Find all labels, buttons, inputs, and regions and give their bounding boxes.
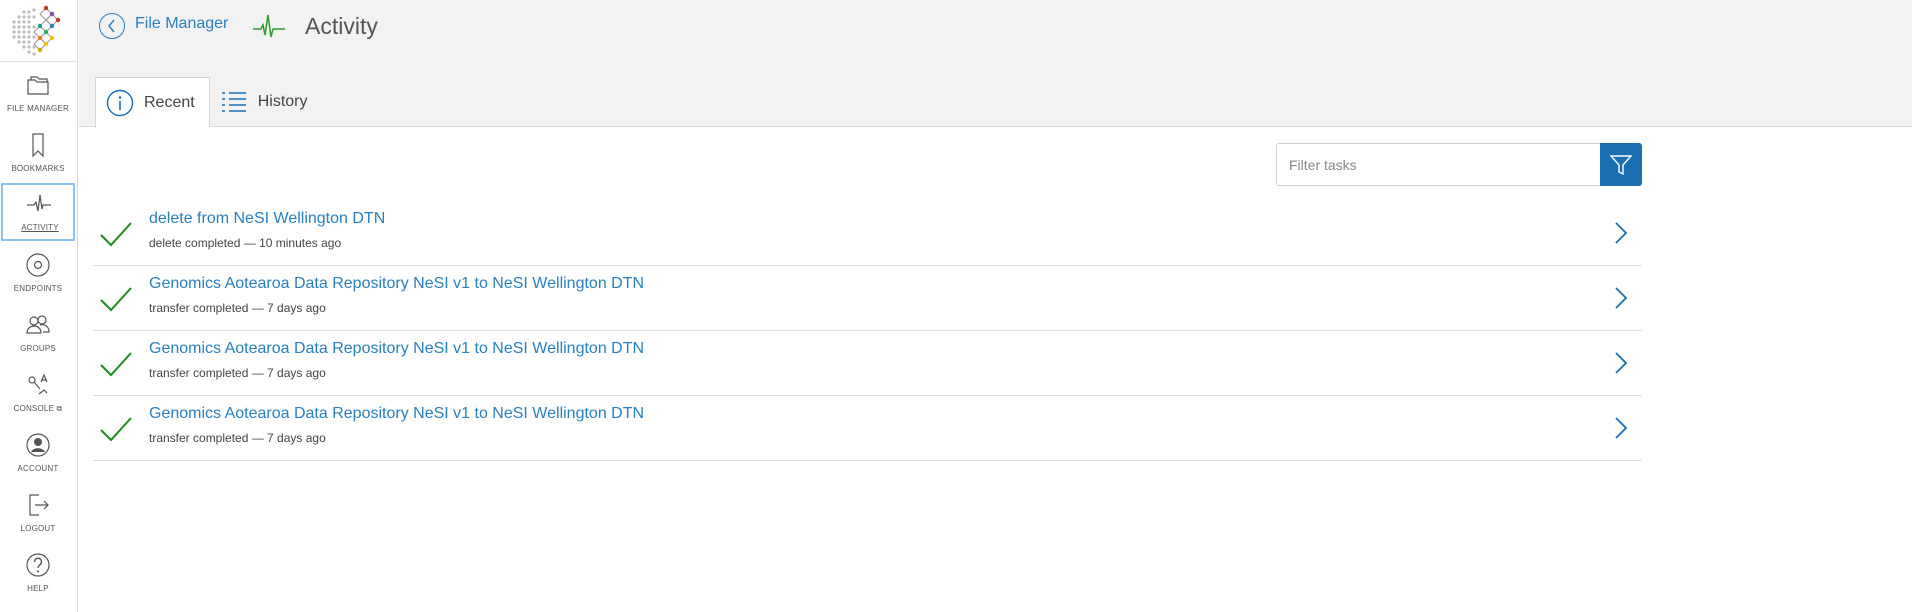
- task-row[interactable]: delete from NeSI Wellington DTN delete c…: [93, 201, 1642, 266]
- sidebar-item-activity[interactable]: ACTIVITY: [1, 183, 75, 241]
- filter-button[interactable]: [1600, 143, 1642, 186]
- chevron-right-icon[interactable]: [1614, 416, 1628, 440]
- tab-recent[interactable]: Recent: [95, 77, 210, 128]
- checkmark-icon: [100, 352, 132, 377]
- chevron-left-icon: [99, 13, 125, 39]
- back-to-file-manager-link[interactable]: File Manager: [99, 12, 228, 40]
- logout-icon: [29, 494, 49, 516]
- sidebar-item-account[interactable]: ACCOUNT: [0, 424, 76, 482]
- app: FILE MANAGER BOOKMARKS ACTIVITY ENDPOINT…: [0, 0, 1912, 612]
- sidebar-item-endpoints[interactable]: ENDPOINTS: [0, 244, 76, 302]
- external-link-icon: ⧉: [56, 404, 63, 413]
- pulse-icon: [27, 194, 51, 212]
- sidebar: FILE MANAGER BOOKMARKS ACTIVITY ENDPOINT…: [0, 0, 78, 612]
- console-icon: [28, 373, 48, 395]
- task-title-link[interactable]: Genomics Aotearoa Data Repository NeSI v…: [149, 275, 644, 293]
- task-row[interactable]: Genomics Aotearoa Data Repository NeSI v…: [93, 331, 1642, 396]
- task-title-link[interactable]: Genomics Aotearoa Data Repository NeSI v…: [149, 340, 644, 358]
- chevron-right-icon[interactable]: [1614, 221, 1628, 245]
- chevron-right-icon[interactable]: [1614, 351, 1628, 375]
- sidebar-item-label: CONSOLE ⧉: [13, 404, 63, 413]
- page-title: Activity: [305, 13, 378, 39]
- checkmark-icon: [100, 222, 132, 247]
- activity-pulse-icon: [253, 14, 285, 38]
- task-row[interactable]: Genomics Aotearoa Data Repository NeSI v…: [93, 396, 1642, 461]
- task-title-link[interactable]: Genomics Aotearoa Data Repository NeSI v…: [149, 405, 644, 423]
- bookmark-icon: [32, 133, 44, 158]
- page-header: File Manager Activity Recent History: [79, 0, 1912, 128]
- tab-bar: Recent History: [95, 77, 322, 128]
- folder-icon: [27, 76, 49, 95]
- groups-icon: [26, 315, 50, 334]
- sidebar-item-groups[interactable]: GROUPS: [0, 304, 76, 362]
- checkmark-icon: [100, 287, 132, 312]
- list-icon: [221, 92, 246, 112]
- endpoints-icon: [26, 253, 50, 277]
- checkmark-icon: [100, 417, 132, 442]
- logo[interactable]: [8, 2, 68, 58]
- filter-tasks-box: [1276, 143, 1642, 186]
- sidebar-item-label: GROUPS: [20, 344, 56, 353]
- sidebar-item-label: FILE MANAGER: [7, 104, 69, 113]
- sidebar-item-label: LOGOUT: [20, 524, 56, 533]
- sidebar-item-label: BOOKMARKS: [11, 164, 65, 173]
- tab-label: Recent: [144, 93, 195, 111]
- sidebar-item-help[interactable]: HELP: [0, 544, 76, 602]
- task-status: transfer completed — 7 days ago: [149, 301, 326, 315]
- sidebar-item-console[interactable]: CONSOLE ⧉: [0, 364, 76, 422]
- sidebar-item-label: HELP: [27, 584, 49, 593]
- task-row[interactable]: Genomics Aotearoa Data Repository NeSI v…: [93, 266, 1642, 331]
- info-icon: [106, 89, 134, 116]
- tab-history[interactable]: History: [210, 77, 322, 127]
- filter-tasks-input[interactable]: [1277, 144, 1600, 185]
- sidebar-divider: [0, 61, 78, 62]
- task-status: transfer completed — 7 days ago: [149, 431, 326, 445]
- task-status: delete completed — 10 minutes ago: [149, 236, 342, 250]
- funnel-icon: [1609, 154, 1633, 175]
- chevron-right-icon[interactable]: [1614, 286, 1628, 310]
- task-title-link[interactable]: delete from NeSI Wellington DTN: [149, 210, 385, 228]
- sidebar-item-label: ACCOUNT: [17, 464, 59, 473]
- sidebar-item-logout[interactable]: LOGOUT: [0, 484, 76, 542]
- sidebar-item-bookmarks[interactable]: BOOKMARKS: [0, 124, 76, 182]
- logo-icon: [12, 5, 61, 56]
- sidebar-item-label: ENDPOINTS: [13, 284, 63, 293]
- task-list: delete from NeSI Wellington DTN delete c…: [93, 201, 1642, 461]
- account-icon: [26, 433, 50, 457]
- task-status: transfer completed — 7 days ago: [149, 366, 326, 380]
- sidebar-item-label: ACTIVITY: [21, 223, 59, 232]
- help-icon: [26, 553, 50, 577]
- sidebar-item-file-manager[interactable]: FILE MANAGER: [0, 64, 76, 122]
- tab-label: History: [257, 93, 308, 110]
- back-link-label: File Manager: [135, 15, 229, 32]
